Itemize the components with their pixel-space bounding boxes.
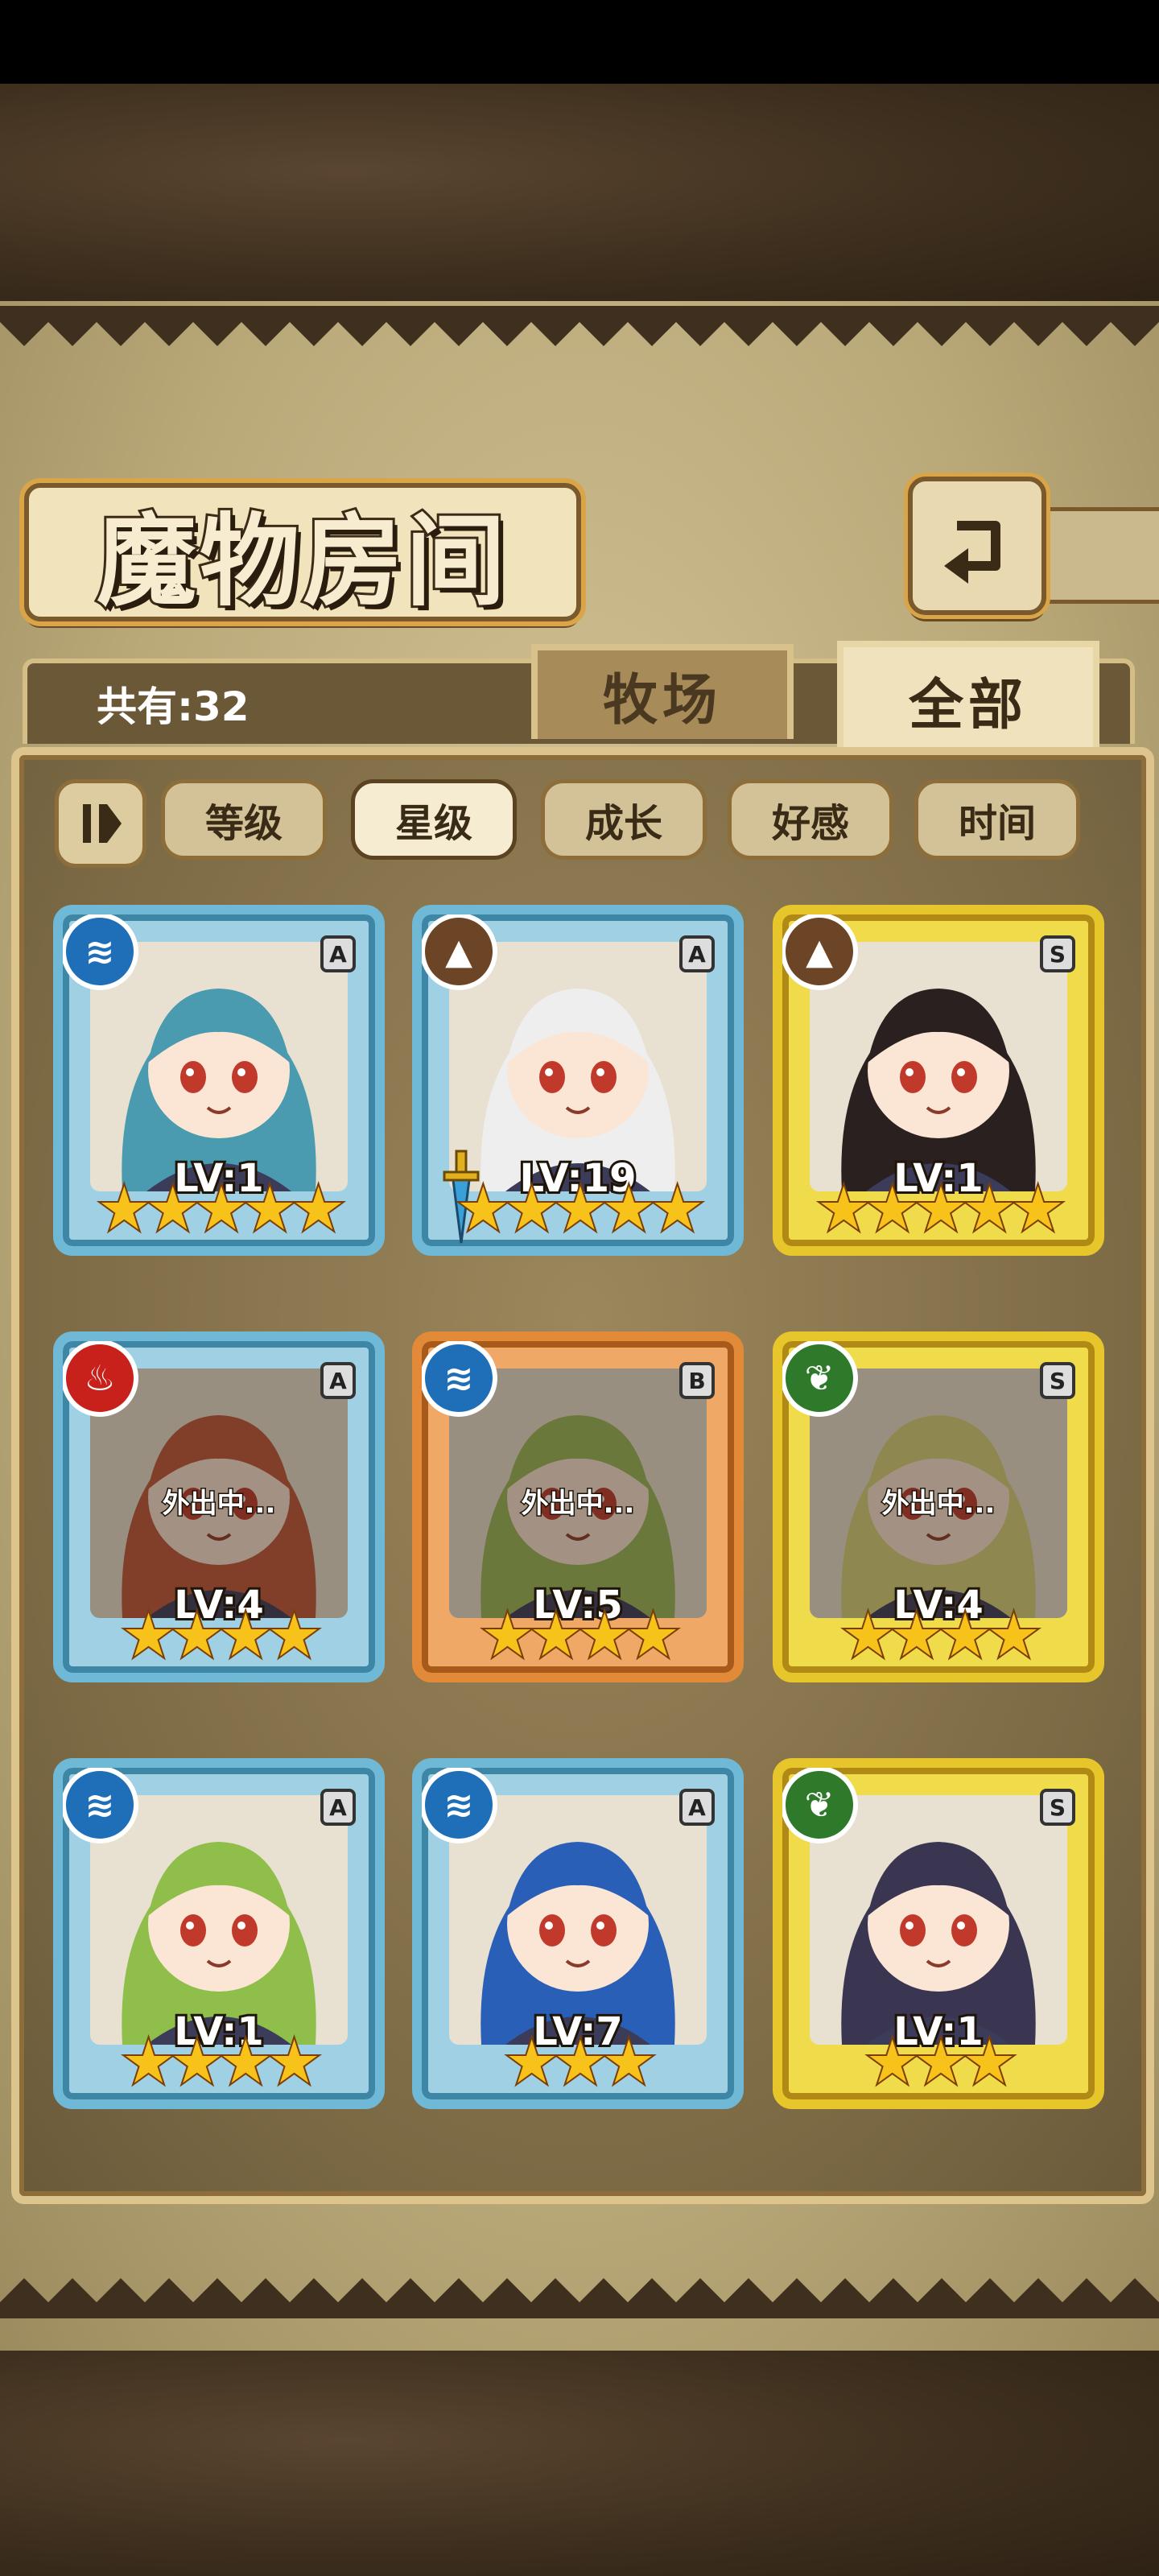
sort-button-level[interactable]: 等级 — [161, 779, 327, 860]
monster-card[interactable]: ▲ S LV:1 ★★★★★ — [773, 905, 1104, 1256]
star-rating: ★★★★★ — [455, 1174, 706, 1244]
star-rating: ★★★★ — [120, 2028, 322, 2097]
sort-order-toggle[interactable] — [55, 779, 146, 868]
map-background-bottom — [0, 2351, 1159, 2576]
rank-badge: S — [1040, 935, 1075, 972]
monster-portrait — [90, 1795, 348, 2045]
monster-card[interactable]: ≋ A LV:1 ★★★★★ — [53, 905, 385, 1256]
monster-portrait — [449, 1795, 707, 2045]
monster-count: 共有:32 — [97, 683, 250, 730]
leaf-icon: ❦ — [782, 1341, 858, 1417]
fire-icon: ♨ — [63, 1341, 138, 1417]
zigzag-border-top — [0, 306, 1159, 346]
monster-portrait — [810, 942, 1067, 1191]
monster-card[interactable]: 外出中... ≋ B LV:5 ★★★★ — [412, 1331, 744, 1682]
water-icon: ≋ — [422, 1341, 497, 1417]
monster-portrait: 外出中... — [449, 1368, 707, 1618]
monster-card[interactable]: ❦ S LV:1 ★★★ — [773, 1758, 1104, 2109]
leaf-icon: ❦ — [782, 1768, 858, 1843]
star-rating: ★★★★ — [479, 1601, 681, 1670]
monster-card[interactable]: 外出中... ♨ A LV:4 ★★★★ — [53, 1331, 385, 1682]
monster-portrait — [90, 942, 348, 1191]
rank-badge: A — [679, 935, 715, 972]
star-rating: ★★★★ — [120, 1601, 322, 1670]
return-arrow-icon — [944, 521, 1000, 584]
back-button[interactable] — [908, 477, 1046, 615]
water-icon: ≋ — [63, 914, 138, 990]
star-rating: ★★★ — [864, 2028, 1017, 2097]
sort-button-affection[interactable]: 好感 — [728, 779, 893, 860]
star-rating: ★★★ — [503, 2028, 657, 2097]
rank-badge: A — [320, 1362, 356, 1399]
rank-badge: S — [1040, 1789, 1075, 1826]
star-rating: ★★★★★ — [96, 1174, 347, 1244]
rank-badge: S — [1040, 1362, 1075, 1399]
sort-order-icon — [83, 804, 122, 843]
tab-all[interactable]: 全部 — [837, 641, 1099, 752]
away-status: 外出中... — [520, 1487, 636, 1521]
monster-portrait: 外出中... — [90, 1368, 348, 1618]
star-rating: ★★★★ — [839, 1601, 1041, 1670]
zigzag-border-bottom — [0, 2278, 1159, 2318]
rank-badge: A — [320, 1789, 356, 1826]
page-title: 魔物房间 — [94, 501, 509, 622]
sort-button-time[interactable]: 时间 — [914, 779, 1080, 860]
star-rating: ★★★★★ — [815, 1174, 1066, 1244]
monster-portrait — [449, 942, 707, 1191]
rank-badge: A — [320, 935, 356, 972]
monster-card[interactable]: ≋ A LV:1 ★★★★ — [53, 1758, 385, 2109]
mountain-icon: ▲ — [782, 914, 858, 990]
away-status: 外出中... — [881, 1487, 996, 1521]
water-icon: ≋ — [63, 1768, 138, 1843]
monster-portrait — [810, 1795, 1067, 2045]
sort-button-stars[interactable]: 星级 — [351, 779, 517, 860]
back-button-strip — [1038, 507, 1159, 604]
page-title-plate: 魔物房间 — [24, 483, 581, 622]
monster-card[interactable]: 外出中... ❦ S LV:4 ★★★★ — [773, 1331, 1104, 1682]
monster-card[interactable]: ≋ A LV:7 ★★★ — [412, 1758, 744, 2109]
away-status: 外出中... — [161, 1487, 277, 1521]
monster-card[interactable]: ▲ A LV:19 ★★★★★ — [412, 905, 744, 1256]
rank-badge: A — [679, 1789, 715, 1826]
sort-button-growth[interactable]: 成长 — [541, 779, 707, 860]
water-icon: ≋ — [422, 1768, 497, 1843]
map-background-top — [0, 84, 1159, 301]
mountain-icon: ▲ — [422, 914, 497, 990]
rank-badge: B — [679, 1362, 715, 1399]
status-bar — [0, 0, 1159, 84]
tab-ranch[interactable]: 牧场 — [531, 644, 794, 739]
monster-portrait: 外出中... — [810, 1368, 1067, 1618]
